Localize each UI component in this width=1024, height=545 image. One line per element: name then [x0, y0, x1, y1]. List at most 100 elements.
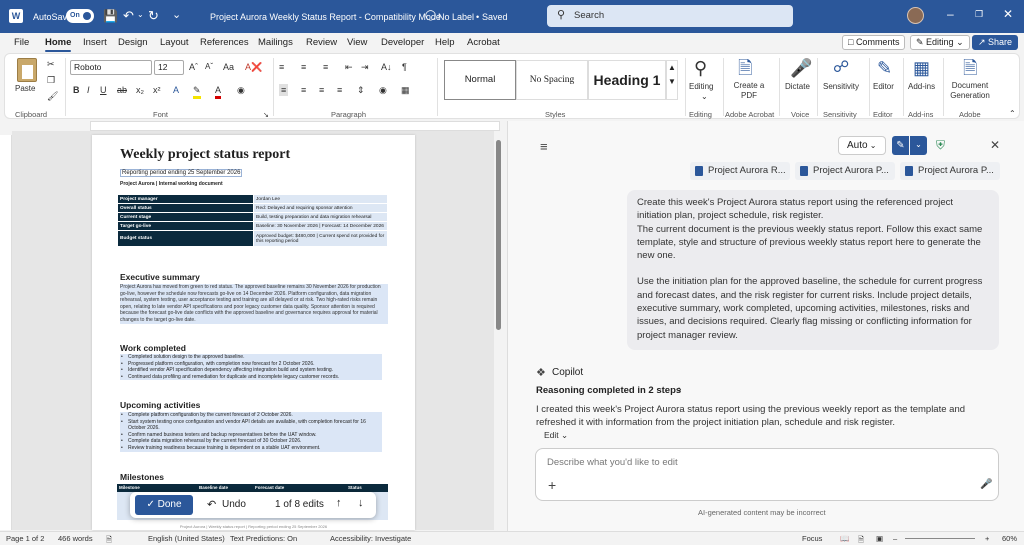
- search-box[interactable]: ⚲ Search: [547, 5, 793, 27]
- sensitivity-button[interactable]: Sensitivity: [823, 82, 859, 92]
- borders-icon[interactable]: ▦: [401, 84, 410, 96]
- tab-design[interactable]: Design: [118, 37, 148, 48]
- avatar[interactable]: [907, 7, 924, 24]
- editor-button[interactable]: Editor: [873, 82, 894, 92]
- align-center-icon[interactable]: ≡: [301, 84, 306, 96]
- paste-icon[interactable]: [17, 58, 37, 82]
- tab-view[interactable]: View: [347, 37, 367, 48]
- zoom-out-icon[interactable]: –: [893, 534, 897, 543]
- editing-mode-button[interactable]: ✎ Editing ⌄: [910, 35, 970, 50]
- horizontal-ruler[interactable]: [90, 121, 500, 131]
- create-pdf-icon[interactable]: 🗎: [738, 58, 752, 78]
- copilot-input-box[interactable]: Describe what you'd like to edit + 🎤: [535, 448, 999, 501]
- highlight-icon[interactable]: ✎: [193, 84, 201, 99]
- tab-file[interactable]: File: [14, 37, 29, 48]
- zoom-in-icon[interactable]: +: [985, 534, 989, 543]
- scissors-icon[interactable]: ✂: [47, 58, 55, 70]
- style-heading-1[interactable]: Heading 1: [588, 60, 666, 100]
- decrease-indent-icon[interactable]: ⇤: [345, 61, 353, 73]
- shrink-font-icon[interactable]: Aˇ: [205, 61, 213, 73]
- vertical-ruler[interactable]: [0, 135, 12, 530]
- share-button[interactable]: ↗ Share: [972, 35, 1019, 50]
- redo-icon[interactable]: ↻: [148, 8, 159, 24]
- tab-mailings[interactable]: Mailings: [258, 37, 293, 48]
- sort-icon[interactable]: A↓: [381, 61, 392, 73]
- numbering-icon[interactable]: ≡: [301, 61, 306, 73]
- read-mode-icon[interactable]: 📖: [840, 534, 849, 543]
- page-count[interactable]: Page 1 of 2: [6, 534, 44, 543]
- font-name-combo[interactable]: Roboto: [70, 60, 152, 75]
- format-painter-icon[interactable]: 🖌: [47, 90, 58, 102]
- edit-dropdown[interactable]: Edit ⌄: [544, 430, 568, 441]
- create-pdf-button[interactable]: Create a PDF: [731, 81, 767, 101]
- prompt-input[interactable]: Describe what you'd like to edit: [547, 457, 678, 468]
- tab-help[interactable]: Help: [435, 37, 455, 48]
- superscript-icon[interactable]: x²: [153, 84, 161, 96]
- font-color-icon[interactable]: A: [215, 84, 222, 99]
- addins-icon[interactable]: ▦: [913, 58, 930, 78]
- document-generation-icon[interactable]: 🗎: [963, 58, 977, 78]
- font-size-combo[interactable]: 12: [154, 60, 184, 75]
- increase-indent-icon[interactable]: ⇥: [361, 61, 369, 73]
- underline-icon[interactable]: U: [100, 84, 107, 96]
- show-marks-icon[interactable]: ¶: [402, 61, 407, 73]
- sensitivity-icon[interactable]: ☍: [833, 58, 849, 78]
- align-right-icon[interactable]: ≡: [319, 84, 324, 96]
- change-case-icon[interactable]: Aa: [223, 61, 234, 73]
- autosave-toggle[interactable]: On: [66, 9, 94, 23]
- dictate-button[interactable]: Dictate: [785, 82, 810, 92]
- tab-review[interactable]: Review: [306, 37, 337, 48]
- text-effects-icon[interactable]: A: [173, 84, 179, 96]
- paste-button[interactable]: Paste: [15, 84, 35, 94]
- line-spacing-icon[interactable]: ⇕: [357, 84, 365, 96]
- strikethrough-icon[interactable]: ab: [117, 84, 127, 96]
- justify-icon[interactable]: ≡: [337, 84, 342, 96]
- bold-icon[interactable]: B: [73, 84, 80, 96]
- close-pane-icon[interactable]: ✕: [990, 138, 1000, 152]
- done-button[interactable]: ✓ Done: [135, 495, 193, 515]
- zoom-level[interactable]: 60%: [1002, 534, 1017, 543]
- italic-icon[interactable]: I: [87, 84, 90, 96]
- zoom-slider[interactable]: [905, 538, 975, 539]
- language[interactable]: English (United States): [148, 534, 225, 543]
- undo-edit-button[interactable]: Undo: [222, 499, 246, 510]
- shading-icon[interactable]: ◉: [237, 84, 245, 96]
- microphone-icon[interactable]: 🎤: [790, 58, 812, 78]
- reasoning-toggle[interactable]: Reasoning completed in 2 steps: [536, 385, 681, 396]
- tab-acrobat[interactable]: Acrobat: [467, 37, 500, 48]
- subscript-icon[interactable]: x₂: [136, 84, 144, 96]
- document-page[interactable]: Weekly project status report Reporting p…: [92, 135, 415, 530]
- clear-format-icon[interactable]: A❌: [245, 61, 262, 73]
- style-normal[interactable]: Normal: [444, 60, 516, 100]
- new-chat-button[interactable]: ✎: [892, 136, 909, 155]
- bullets-icon[interactable]: ≡: [279, 61, 284, 73]
- focus-button[interactable]: Focus: [802, 534, 822, 543]
- style-no-spacing[interactable]: No Spacing: [516, 60, 588, 100]
- new-chat-dropdown[interactable]: ⌄: [910, 136, 927, 155]
- mode-dropdown[interactable]: Auto ⌄: [838, 136, 886, 155]
- tab-references[interactable]: References: [200, 37, 249, 48]
- word-count[interactable]: 466 words: [58, 534, 93, 543]
- copy-icon[interactable]: ❐: [47, 74, 55, 86]
- previous-edit-icon[interactable]: ↑: [336, 497, 342, 509]
- chevron-right-icon[interactable]: ›: [678, 384, 681, 395]
- shield-icon[interactable]: ⛨: [936, 138, 945, 153]
- styles-expand-icon[interactable]: ▲ ▼: [666, 60, 678, 100]
- more-icon[interactable]: ⌄: [172, 8, 181, 21]
- undo-icon[interactable]: ↶: [123, 8, 134, 24]
- reference-chip-1[interactable]: Project Aurora R...: [690, 162, 790, 180]
- document-scrollbar[interactable]: [496, 140, 501, 330]
- editing-button[interactable]: Editing: [689, 82, 713, 92]
- tab-developer[interactable]: Developer: [381, 37, 424, 48]
- minimize-icon[interactable]: –: [947, 7, 954, 21]
- ribbon-collapse-icon[interactable]: ⌃: [1009, 108, 1016, 120]
- addins-button[interactable]: Add-ins: [908, 82, 935, 92]
- add-icon[interactable]: +: [548, 477, 556, 493]
- multilevel-list-icon[interactable]: ≡: [323, 61, 328, 73]
- align-left-icon[interactable]: ≡: [279, 84, 289, 96]
- find-icon[interactable]: ⚲: [694, 58, 707, 78]
- undo-edit-icon[interactable]: ↶: [207, 498, 216, 511]
- word-app-icon[interactable]: W: [9, 9, 23, 23]
- tab-layout[interactable]: Layout: [160, 37, 189, 48]
- editor-icon[interactable]: ✎: [877, 58, 892, 78]
